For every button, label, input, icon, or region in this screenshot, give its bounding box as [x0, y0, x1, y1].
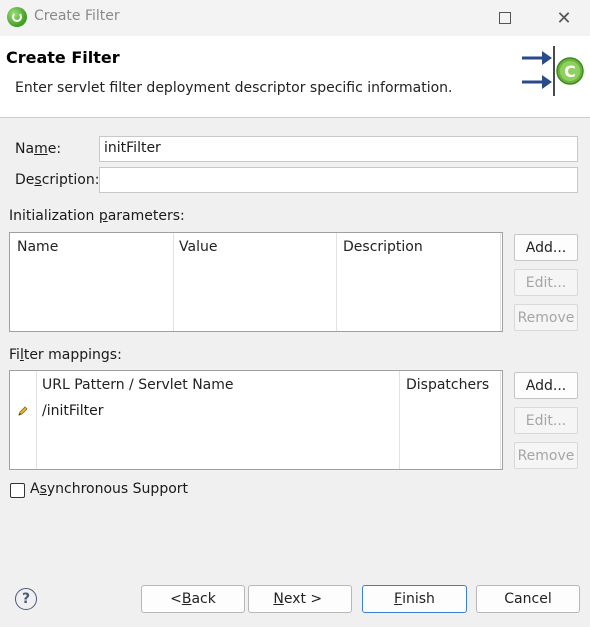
- filter-wizard-icon: C: [518, 40, 586, 104]
- init-params-table[interactable]: Name Value Description: [9, 232, 503, 332]
- init-params-edit-button[interactable]: Edit...: [514, 269, 578, 296]
- window-title: Create Filter: [34, 8, 120, 24]
- init-params-add-button[interactable]: Add...: [514, 234, 578, 261]
- async-support-checkbox[interactable]: [10, 483, 25, 498]
- column-header-url-pattern[interactable]: URL Pattern / Servlet Name: [42, 377, 234, 393]
- column-header-dispatchers[interactable]: Dispatchers: [406, 377, 489, 393]
- help-icon[interactable]: ?: [15, 588, 37, 610]
- name-input[interactable]: initFilter: [99, 136, 578, 162]
- filter-mappings-edit-button[interactable]: Edit...: [514, 407, 578, 434]
- description-input[interactable]: [99, 167, 578, 193]
- name-label: Name:: [15, 141, 62, 157]
- svg-text:C: C: [564, 62, 576, 81]
- url-pattern-cell: /initFilter: [42, 403, 104, 419]
- page-title: Create Filter: [6, 48, 120, 67]
- filter-mappings-label: Filter mappings:: [9, 347, 122, 363]
- column-header-name[interactable]: Name: [17, 239, 58, 255]
- close-icon: ✕: [556, 7, 572, 29]
- page-description: Enter servlet filter deployment descript…: [15, 80, 453, 96]
- filter-mappings-remove-button[interactable]: Remove: [514, 442, 578, 469]
- column-header-value[interactable]: Value: [179, 239, 217, 255]
- finish-button[interactable]: Finish: [362, 585, 467, 613]
- filter-mappings-add-button[interactable]: Add...: [514, 372, 578, 399]
- async-support-label[interactable]: Asynchronous Support: [30, 481, 188, 497]
- init-params-label: Initialization parameters:: [9, 208, 185, 224]
- init-params-remove-button[interactable]: Remove: [514, 304, 578, 331]
- pencil-icon: [18, 406, 28, 416]
- spring-app-icon: [7, 7, 27, 27]
- close-button[interactable]: ✕: [541, 0, 587, 36]
- next-button[interactable]: Next >: [248, 585, 352, 613]
- maximize-icon: [499, 12, 511, 24]
- cancel-button[interactable]: Cancel: [476, 585, 580, 613]
- maximize-button[interactable]: [482, 0, 528, 36]
- filter-mappings-table[interactable]: URL Pattern / Servlet Name Dispatchers /…: [9, 370, 503, 470]
- column-header-description[interactable]: Description: [343, 239, 423, 255]
- back-button[interactable]: < Back: [141, 585, 245, 613]
- description-label: Description:: [15, 172, 100, 188]
- table-row[interactable]: /initFilter: [10, 401, 500, 423]
